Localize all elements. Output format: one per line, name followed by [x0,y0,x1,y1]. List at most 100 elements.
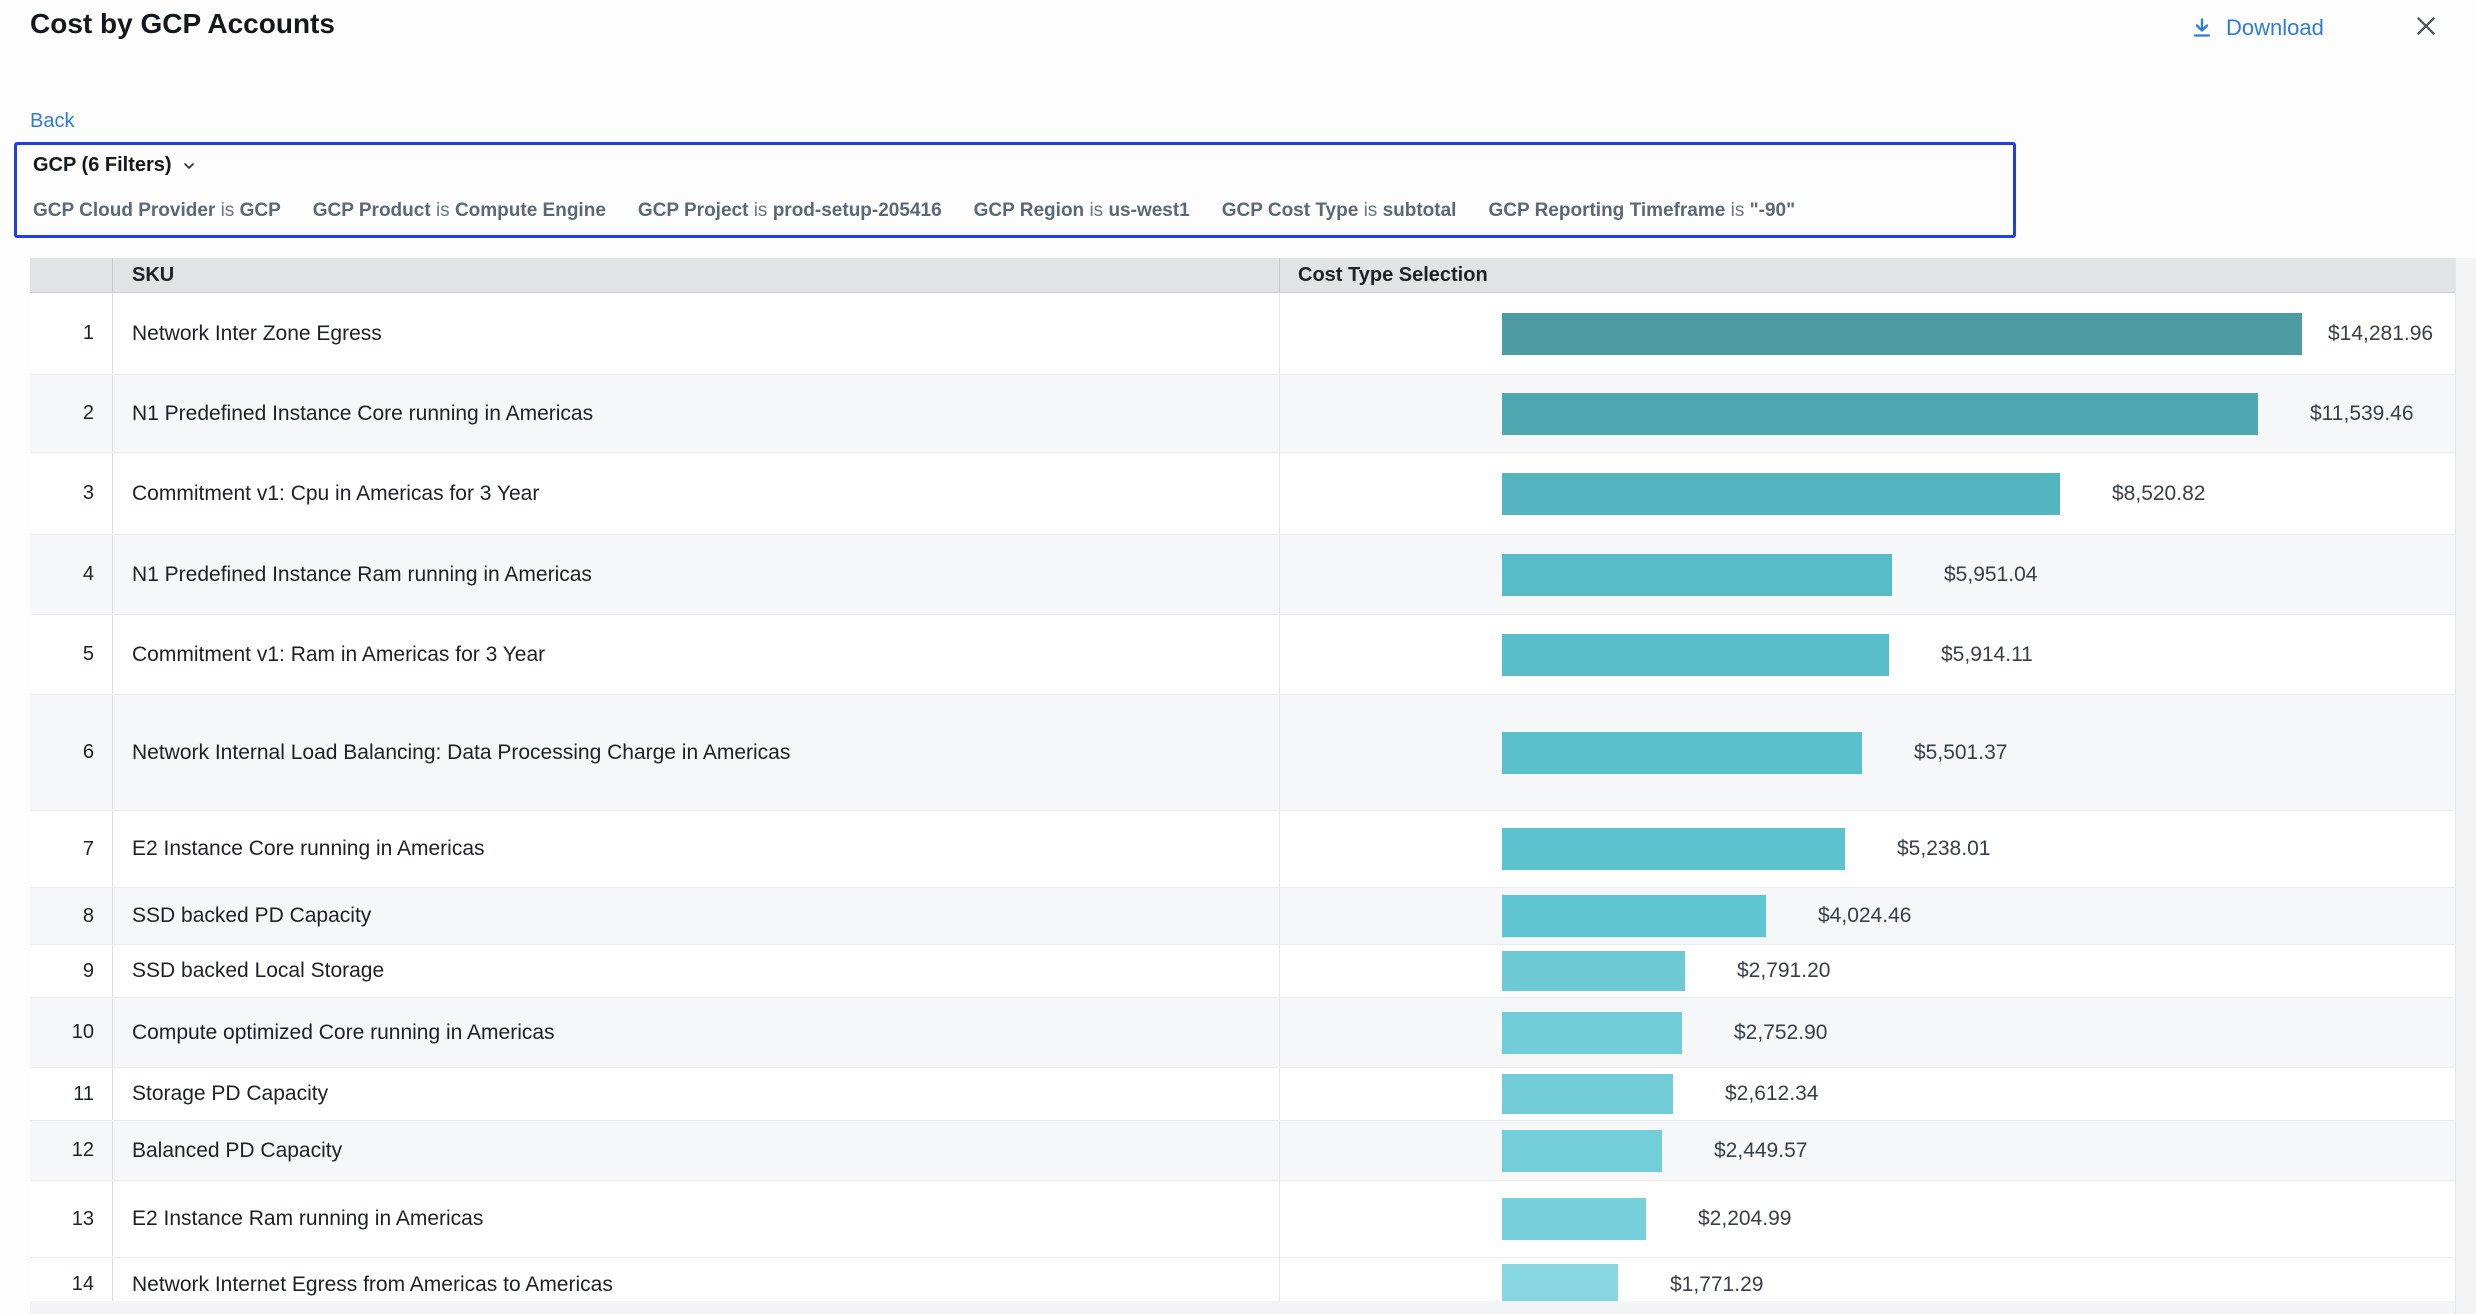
vertical-scrollbar[interactable] [2455,258,2476,1314]
cost-value-label: $2,612.34 [1725,1082,1818,1106]
cost-bar[interactable] [1502,951,1685,991]
row-index: 3 [30,453,112,534]
row-index: 1 [30,293,112,374]
horizontal-scrollbar[interactable] [30,1301,2455,1314]
table-row[interactable]: 5Commitment v1: Ram in Americas for 3 Ye… [30,615,2455,695]
filter-name: GCP Project [638,200,754,221]
cost-bar[interactable] [1502,393,2258,435]
cost-value-label: $2,752.90 [1734,1021,1827,1045]
table-row[interactable]: 7E2 Instance Core running in Americas$5,… [30,811,2455,888]
back-link[interactable]: Back [30,110,74,133]
filter-value: subtotal [1383,200,1457,221]
close-button[interactable] [2406,6,2446,46]
filter-value: Compute Engine [455,200,606,221]
filter-operator: is [1364,200,1383,221]
filter-item-5: GCP Reporting Timeframe is "-90" [1488,200,1795,222]
filter-item-list: GCP Cloud Provider is GCP GCP Product is … [33,200,1795,222]
filter-operator: is [221,200,240,221]
row-index: 10 [30,998,112,1067]
filter-operator: is [1089,200,1108,221]
sku-name: Commitment v1: Cpu in Americas for 3 Yea… [112,453,1279,534]
cost-cell: $2,612.34 [1279,1068,2455,1120]
cost-value-label: $2,204.99 [1698,1207,1791,1231]
table-row[interactable]: 13E2 Instance Ram running in Americas$2,… [30,1181,2455,1258]
download-button[interactable]: Download [2190,8,2324,48]
cost-bar[interactable] [1502,473,2060,515]
sku-name: SSD backed PD Capacity [112,888,1279,944]
sku-name: Commitment v1: Ram in Americas for 3 Yea… [112,615,1279,694]
table-row[interactable]: 4N1 Predefined Instance Ram running in A… [30,535,2455,615]
table-body: 1Network Inter Zone Egress $14,281.96 2N1 … [30,293,2455,1312]
cost-bar[interactable] [1502,1264,1618,1305]
sku-name: Network Inter Zone Egress [112,293,1279,374]
cost-value-label: $4,024.46 [1818,904,1911,928]
cost-bar[interactable] [1502,1130,1662,1172]
filter-item-2: GCP Project is prod-setup-205416 [638,200,942,222]
row-index: 12 [30,1121,112,1180]
cost-value-label: $5,501.37 [1914,741,2007,765]
filter-item-1: GCP Product is Compute Engine [313,200,606,222]
filter-item-3: GCP Region is us-west1 [974,200,1190,222]
table-row[interactable]: 1Network Inter Zone Egress $14,281.96 [30,293,2455,375]
table-row[interactable]: 6Network Internal Load Balancing: Data P… [30,695,2455,811]
row-index: 8 [30,888,112,944]
row-index: 5 [30,615,112,694]
filter-value: GCP [240,200,281,221]
cost-value-label: $1,771.29 [1670,1273,1763,1297]
download-label: Download [2226,15,2324,41]
download-icon [2190,16,2214,40]
filter-value: us-west1 [1108,200,1189,221]
filter-summary-label: GCP (6 Filters) [33,154,172,177]
cost-bar[interactable] [1502,828,1845,870]
cost-bar[interactable] [1502,1198,1646,1240]
cost-cell: $2,752.90 [1279,998,2455,1067]
sku-name: E2 Instance Core running in Americas [112,811,1279,887]
cost-value-label: $5,914.11 [1941,643,2033,667]
cost-cell: $2,204.99 [1279,1181,2455,1257]
cost-value-label: $2,791.20 [1737,959,1830,983]
filter-name: GCP Cloud Provider [33,200,221,221]
filter-summary-dropdown[interactable]: GCP (6 Filters) [33,154,197,177]
filter-operator: is [1731,200,1750,221]
cost-bar[interactable] [1502,554,1892,596]
table-row[interactable]: 2N1 Predefined Instance Core running in … [30,375,2455,453]
cost-table: SKU Cost Type Selection 1Network Inter Z… [30,258,2455,1312]
cost-cell: $2,791.20 [1279,945,2455,997]
cost-bar[interactable] [1502,732,1862,774]
filter-operator: is [436,200,455,221]
close-icon [2413,13,2439,39]
row-index: 4 [30,535,112,614]
table-row[interactable]: 10Compute optimized Core running in Amer… [30,998,2455,1068]
index-column-header [30,258,112,292]
filter-value: prod-setup-205416 [773,200,942,221]
row-index: 7 [30,811,112,887]
table-row[interactable]: 3Commitment v1: Cpu in Americas for 3 Ye… [30,453,2455,535]
cost-bar[interactable] [1502,1012,1682,1054]
cost-bar[interactable] [1502,634,1889,676]
table-row[interactable]: 8SSD backed PD Capacity $4,024.46 [30,888,2455,945]
filter-item-4: GCP Cost Type is subtotal [1222,200,1457,222]
table-row[interactable]: 11Storage PD Capacity$2,612.34 [30,1068,2455,1121]
table-row[interactable]: 12Balanced PD Capacity$2,449.57 [30,1121,2455,1181]
cost-cell: $5,914.11 [1279,615,2455,694]
cost-cell: $5,238.01 [1279,811,2455,887]
table-row[interactable]: 9SSD backed Local Storage$2,791.20 [30,945,2455,998]
filter-name: GCP Region [974,200,1090,221]
table-header: SKU Cost Type Selection [30,258,2455,293]
cost-bar[interactable] [1502,1074,1673,1114]
cost-cell: $14,281.96 [1279,293,2455,374]
cost-cell: $2,449.57 [1279,1121,2455,1180]
cost-value-label: $8,520.82 [2112,482,2205,506]
cost-bar[interactable] [1502,313,2302,355]
cost-value-label: $14,281.96 [2328,322,2433,346]
filter-name: GCP Reporting Timeframe [1488,200,1730,221]
row-index: 13 [30,1181,112,1257]
cost-value-label: $2,449.57 [1714,1139,1807,1163]
row-index: 6 [30,695,112,810]
cost-value-label: $5,951.04 [1944,563,2037,587]
cost-by-gcp-accounts-panel: Cost by GCP Accounts Download Back GCP (… [0,0,2476,1314]
cost-cell: $5,501.37 [1279,695,2455,810]
cost-bar[interactable] [1502,895,1766,937]
page-title: Cost by GCP Accounts [30,8,335,40]
row-index: 11 [30,1068,112,1120]
